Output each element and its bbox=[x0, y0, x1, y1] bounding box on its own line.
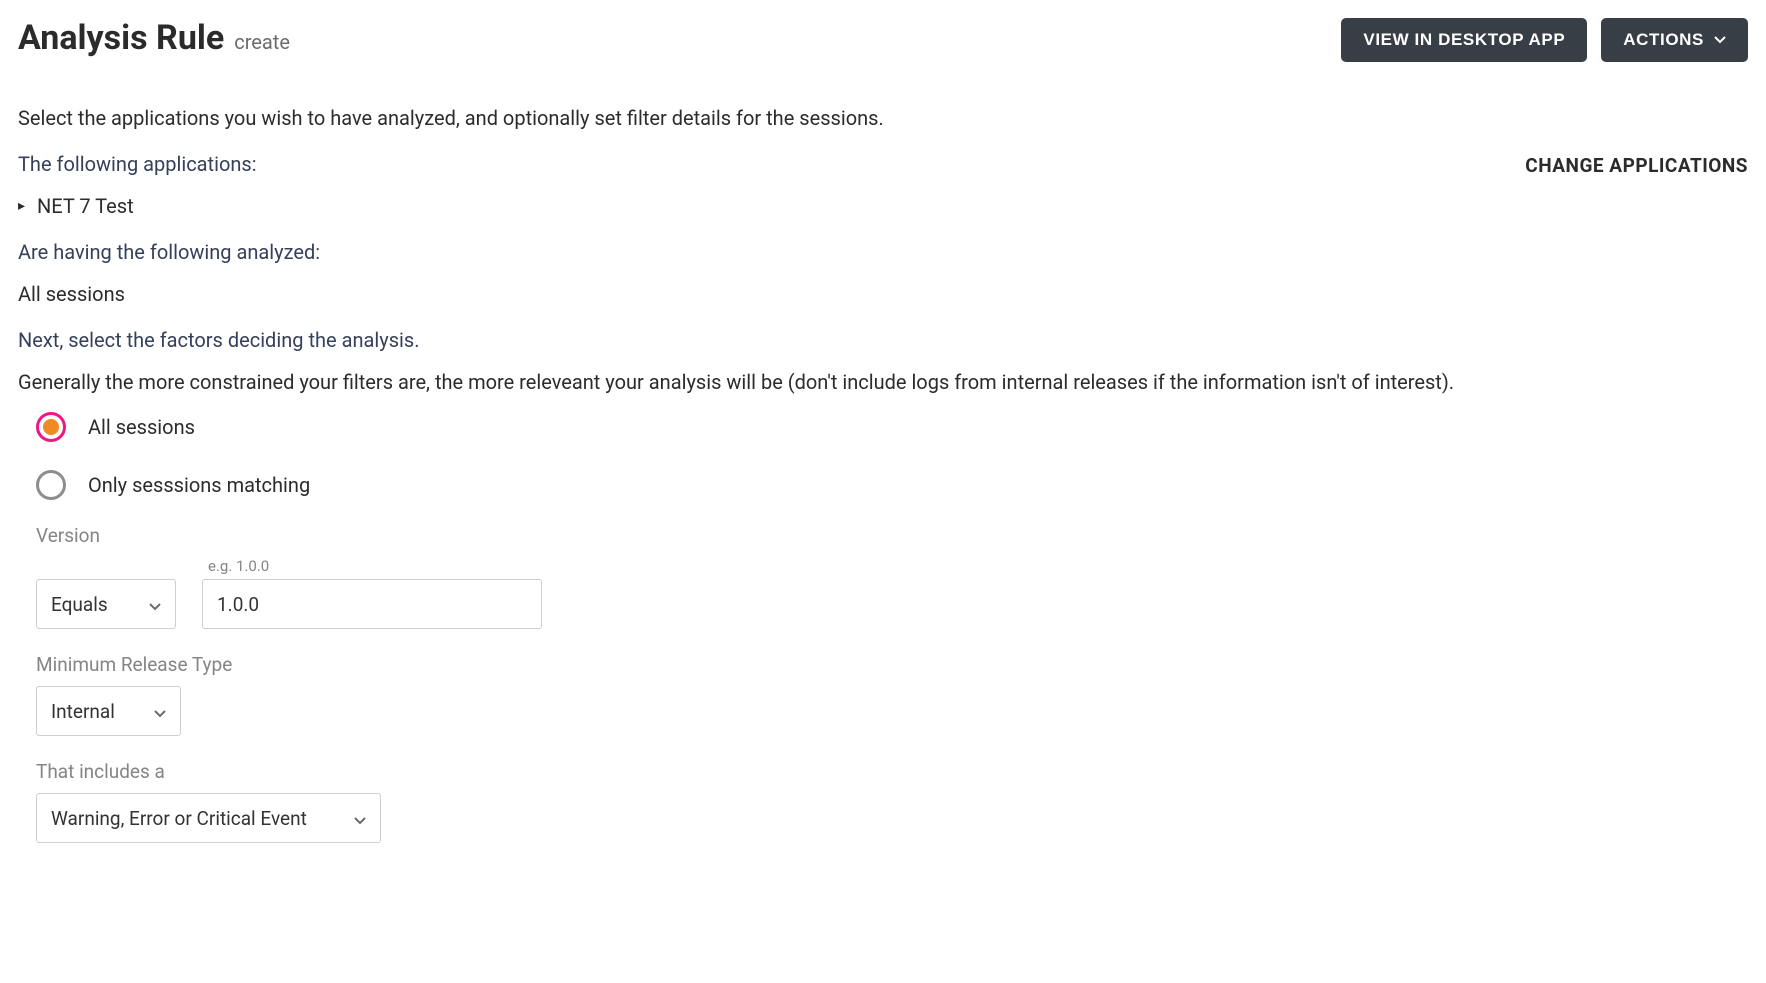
title-group: Analysis Rule create bbox=[18, 18, 290, 58]
list-item: ▸ NET 7 Test bbox=[18, 194, 1748, 218]
session-scope-radio-group: All sessions Only sesssions matching bbox=[18, 412, 1748, 500]
radio-all-sessions[interactable]: All sessions bbox=[36, 412, 1748, 442]
change-applications-link[interactable]: CHANGE APPLICATIONS bbox=[1525, 152, 1748, 177]
application-list: ▸ NET 7 Test bbox=[18, 194, 1748, 218]
page-subtitle: create bbox=[234, 30, 290, 54]
caret-down-icon bbox=[149, 593, 161, 616]
min-release-label: Minimum Release Type bbox=[36, 653, 1748, 676]
includes-label: That includes a bbox=[36, 760, 1748, 783]
applications-row: The following applications: CHANGE APPLI… bbox=[18, 152, 1748, 194]
includes-select[interactable]: Warning, Error or Critical Event bbox=[36, 793, 381, 843]
application-name: NET 7 Test bbox=[37, 194, 134, 218]
radio-icon bbox=[36, 470, 66, 500]
version-label: Version bbox=[36, 524, 1748, 547]
min-release-select[interactable]: Internal bbox=[36, 686, 181, 736]
header-actions: VIEW IN DESKTOP APP ACTIONS bbox=[1341, 18, 1748, 62]
includes-value: Warning, Error or Critical Event bbox=[51, 807, 307, 830]
view-in-desktop-button[interactable]: VIEW IN DESKTOP APP bbox=[1341, 18, 1587, 62]
caret-down-icon bbox=[1714, 36, 1726, 44]
factors-heading: Next, select the factors deciding the an… bbox=[18, 328, 1748, 352]
radio-all-label: All sessions bbox=[88, 415, 195, 439]
version-filter: Version Equals e.g. 1.0.0 1.0.0 bbox=[18, 524, 1748, 629]
radio-matching-label: Only sesssions matching bbox=[88, 473, 310, 497]
version-input[interactable]: 1.0.0 bbox=[202, 579, 542, 629]
radio-icon bbox=[36, 412, 66, 442]
view-in-desktop-label: VIEW IN DESKTOP APP bbox=[1363, 30, 1565, 50]
version-value: 1.0.0 bbox=[217, 593, 259, 616]
min-release-value: Internal bbox=[51, 700, 115, 723]
page-title: Analysis Rule bbox=[18, 18, 224, 58]
analyzed-heading: Are having the following analyzed: bbox=[18, 240, 1748, 264]
min-release-filter: Minimum Release Type Internal bbox=[18, 653, 1748, 736]
factors-help: Generally the more constrained your filt… bbox=[18, 370, 1748, 394]
includes-filter: That includes a Warning, Error or Critic… bbox=[18, 760, 1748, 843]
page-header: Analysis Rule create VIEW IN DESKTOP APP… bbox=[18, 18, 1748, 62]
version-placeholder-hint: e.g. 1.0.0 bbox=[202, 557, 542, 575]
analyzed-value: All sessions bbox=[18, 282, 1748, 306]
caret-down-icon bbox=[154, 700, 166, 723]
radio-only-matching[interactable]: Only sesssions matching bbox=[36, 470, 1748, 500]
version-operator-select[interactable]: Equals bbox=[36, 579, 176, 629]
actions-label: ACTIONS bbox=[1623, 30, 1704, 50]
applications-heading: The following applications: bbox=[18, 152, 257, 176]
version-operator-value: Equals bbox=[51, 593, 108, 616]
intro-text: Select the applications you wish to have… bbox=[18, 106, 1748, 130]
version-input-group: e.g. 1.0.0 1.0.0 bbox=[202, 557, 542, 629]
actions-button[interactable]: ACTIONS bbox=[1601, 18, 1748, 62]
bullet-icon: ▸ bbox=[18, 199, 25, 213]
caret-down-icon bbox=[354, 807, 366, 830]
